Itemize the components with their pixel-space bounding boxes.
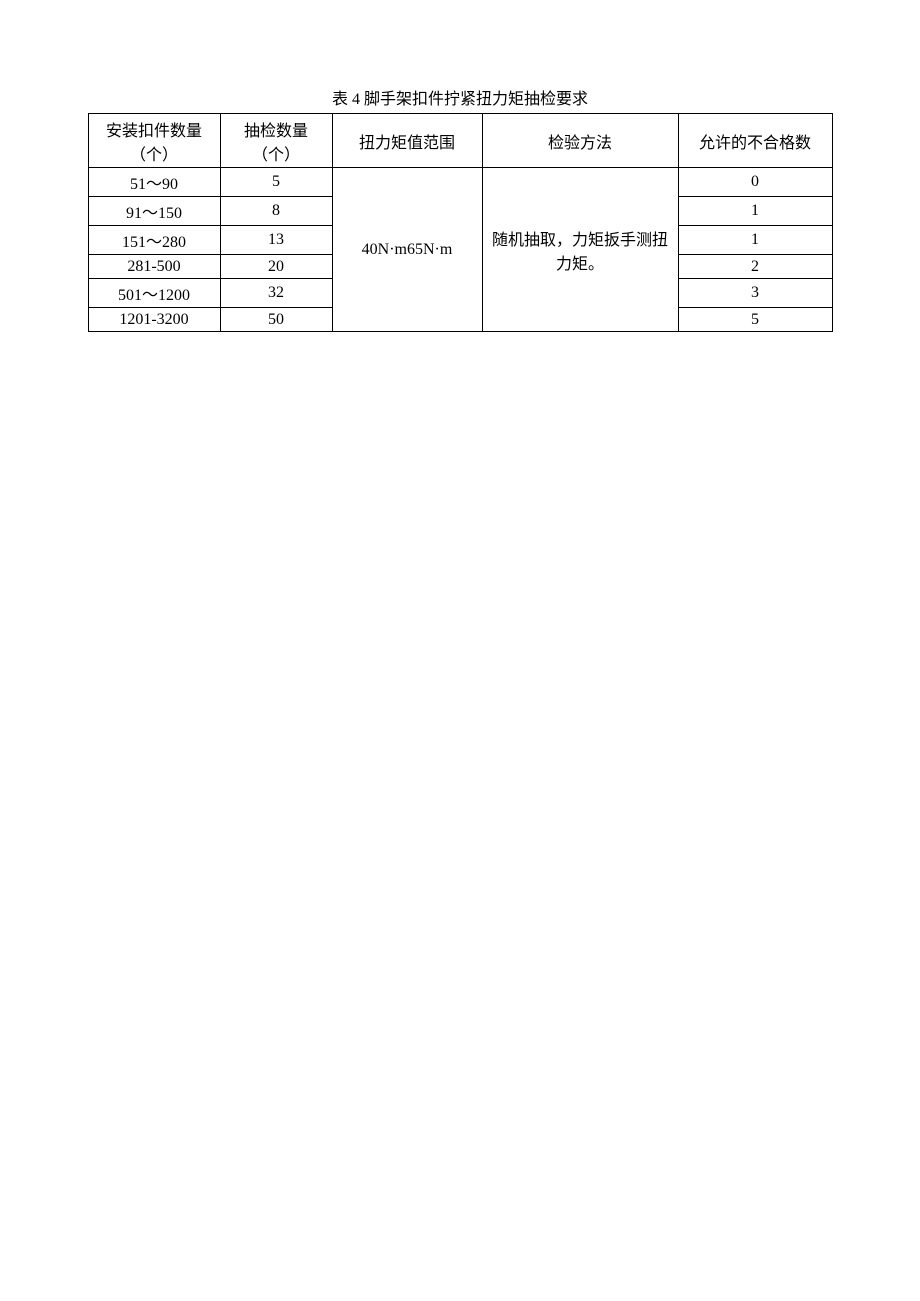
- cell-allowed: 2: [678, 255, 832, 279]
- cell-qty-range: 91～150: [88, 197, 220, 226]
- cell-allowed: 3: [678, 279, 832, 308]
- table-title: 表 4 脚手架扣件拧紧扭力矩抽检要求: [0, 85, 920, 109]
- cell-qty-range: 151～280: [88, 226, 220, 255]
- cell-sample: 32: [220, 279, 332, 308]
- cell-sample: 50: [220, 308, 332, 332]
- cell-allowed: 5: [678, 308, 832, 332]
- cell-sample: 13: [220, 226, 332, 255]
- header-inspection-method: 检验方法: [482, 114, 678, 168]
- cell-sample: 20: [220, 255, 332, 279]
- header-install-qty: 安装扣件数量（个）: [88, 114, 220, 168]
- cell-qty-range: 281-500: [88, 255, 220, 279]
- cell-allowed: 1: [678, 197, 832, 226]
- cell-allowed: 1: [678, 226, 832, 255]
- header-allowed-defects: 允许的不合格数: [678, 114, 832, 168]
- torque-inspection-table: 安装扣件数量（个） 抽检数量（个） 扭力矩值范围 检验方法 允许的不合格数 51…: [88, 113, 833, 332]
- header-sample-qty: 抽检数量（个）: [220, 114, 332, 168]
- cell-qty-range: 1201-3200: [88, 308, 220, 332]
- table-header-row: 安装扣件数量（个） 抽检数量（个） 扭力矩值范围 检验方法 允许的不合格数: [88, 114, 832, 168]
- cell-torque-range: 40N·m65N·m: [332, 168, 482, 332]
- cell-qty-range: 501～1200: [88, 279, 220, 308]
- cell-qty-range: 51～90: [88, 168, 220, 197]
- cell-sample: 5: [220, 168, 332, 197]
- cell-sample: 8: [220, 197, 332, 226]
- cell-allowed: 0: [678, 168, 832, 197]
- header-torque-range: 扭力矩值范围: [332, 114, 482, 168]
- table-row: 51～90 5 40N·m65N·m 随机抽取，力矩扳手测扭力矩。 0: [88, 168, 832, 197]
- cell-inspection-method: 随机抽取，力矩扳手测扭力矩。: [482, 168, 678, 332]
